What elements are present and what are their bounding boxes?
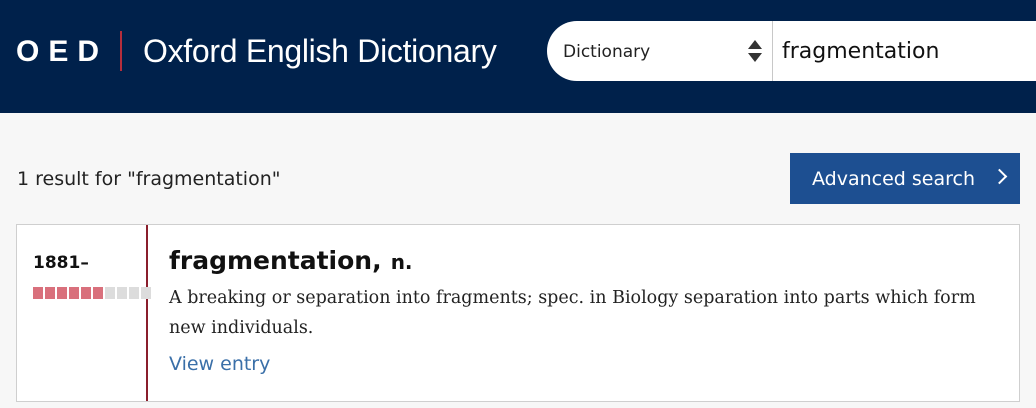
logo-divider xyxy=(120,31,122,71)
frequency-segment-empty xyxy=(129,287,139,299)
frequency-segment-empty xyxy=(117,287,127,299)
site-title[interactable]: Oxford English Dictionary xyxy=(143,32,497,70)
result-card: 1881– fragmentation, n. A breaking or se… xyxy=(16,224,1020,402)
advanced-search-button[interactable]: Advanced search xyxy=(790,153,1020,204)
frequency-segment-filled xyxy=(45,287,55,299)
entry-definition: A breaking or separation into fragments;… xyxy=(169,288,976,338)
frequency-segment-filled xyxy=(93,287,103,299)
entry-heading: fragmentation, n. xyxy=(169,245,413,277)
part-of-speech: n. xyxy=(390,250,413,274)
search-scope-value: Dictionary xyxy=(563,42,651,62)
headword[interactable]: fragmentation, xyxy=(169,246,382,275)
oed-logo[interactable]: OED xyxy=(16,34,108,70)
arrow-down-icon xyxy=(748,53,762,62)
chevron-right-icon xyxy=(991,168,1008,185)
frequency-segment-filled xyxy=(57,287,67,299)
arrow-up-icon xyxy=(748,40,762,49)
result-count: 1 result for "fragmentation" xyxy=(17,168,281,190)
frequency-segment-filled xyxy=(33,287,43,299)
frequency-segment-empty xyxy=(141,287,151,299)
select-arrows-icon xyxy=(748,40,762,64)
search-bar: Dictionary xyxy=(547,21,1036,81)
search-input[interactable] xyxy=(773,21,1036,81)
search-scope-select[interactable]: Dictionary xyxy=(547,21,773,81)
site-header: OED Oxford English Dictionary Dictionary xyxy=(0,0,1036,113)
frequency-segment-empty xyxy=(105,287,115,299)
frequency-segment-filled xyxy=(81,287,91,299)
entry-date: 1881– xyxy=(33,253,89,273)
date-column: 1881– xyxy=(17,225,151,401)
frequency-band xyxy=(33,287,151,299)
advanced-search-label: Advanced search xyxy=(812,167,976,190)
view-entry-link[interactable]: View entry xyxy=(169,352,270,376)
frequency-segment-filled xyxy=(69,287,79,299)
